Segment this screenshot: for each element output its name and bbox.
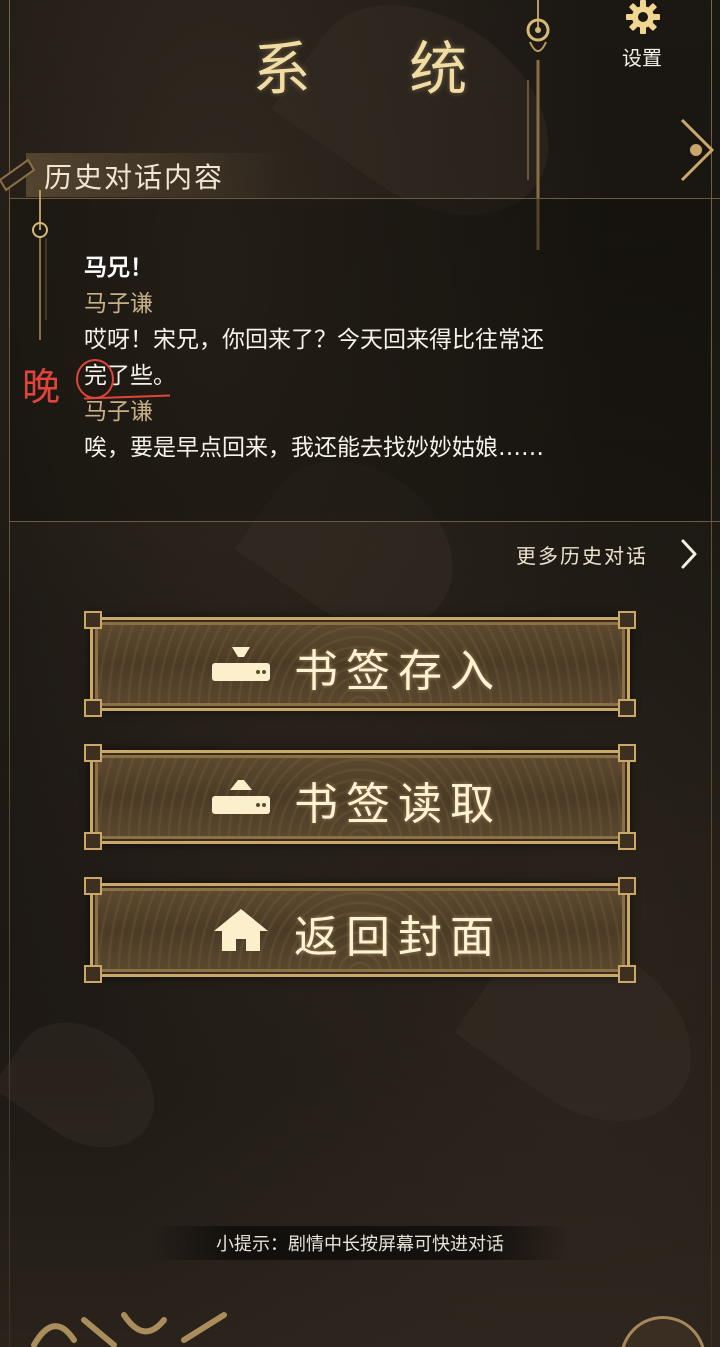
tassel-ornament-icon [0,158,48,340]
speaker-name: 马子谦 [84,399,153,425]
button-corner [84,965,102,983]
handwritten-correction: 晚 [22,365,61,409]
divider [10,198,720,199]
corner-ornament-icon [680,118,715,182]
button-corner [618,699,636,717]
button-corner [84,744,102,762]
menu-seal-button[interactable] [620,1316,706,1347]
return-cover-button[interactable]: 返回封面 [84,877,636,983]
button-corner [618,832,636,850]
bookmark-load-icon [212,780,270,814]
settings-label: 设置 [622,46,662,70]
system-screen: 系 统 设置 历史对话内容 马兄！ 马子谦 哎呀！宋兄，你回来了？今天回来得比往… [0,0,720,1347]
button-corner [84,877,102,895]
more-history-link[interactable]: 更多历史对话 [512,536,702,572]
return-cover-label: 返回封面 [294,912,502,963]
button-corner [618,611,636,629]
frame-border-right [711,0,712,1347]
chevron-right-icon [681,539,697,569]
settings-button[interactable]: 设置 [610,0,674,70]
section-title: 历史对话内容 [44,161,225,194]
bookmark-load-label: 书签读取 [294,779,502,830]
tip-text: 小提示：剧情中长按屏幕可快进对话 [216,1234,504,1255]
speaker-name: 马子谦 [84,291,153,317]
bookmark-load-button[interactable]: 书签读取 [84,744,636,850]
button-corner [84,699,102,717]
dialogue-line: 哎呀！宋兄，你回来了？今天回来得比往常还 [84,327,544,353]
home-icon [214,909,268,951]
logo-calligraphy-icon [31,1312,227,1347]
more-history-label: 更多历史对话 [516,544,648,568]
button-corner [618,877,636,895]
button-corner [618,965,636,983]
dialogue-line: 完了些。 [84,363,176,389]
button-corner [84,611,102,629]
history-list: 马兄！ 马子谦 哎呀！宋兄，你回来了？今天回来得比往常还 完了些。 马子谦 唉，… [84,250,644,466]
button-corner [618,744,636,762]
dialogue-line: 唉，要是早点回来，我还能去找妙妙姑娘…… [84,435,544,461]
button-corner [84,832,102,850]
bookmark-save-icon [212,647,270,681]
correction-circle [76,359,114,399]
dialogue-line: 马兄！ [84,255,153,281]
background-leaf [0,996,178,1174]
gear-icon [626,0,660,34]
bookmark-save-label: 书签存入 [294,646,502,697]
bookmark-save-button[interactable]: 书签存入 [84,611,636,717]
divider [10,521,720,522]
